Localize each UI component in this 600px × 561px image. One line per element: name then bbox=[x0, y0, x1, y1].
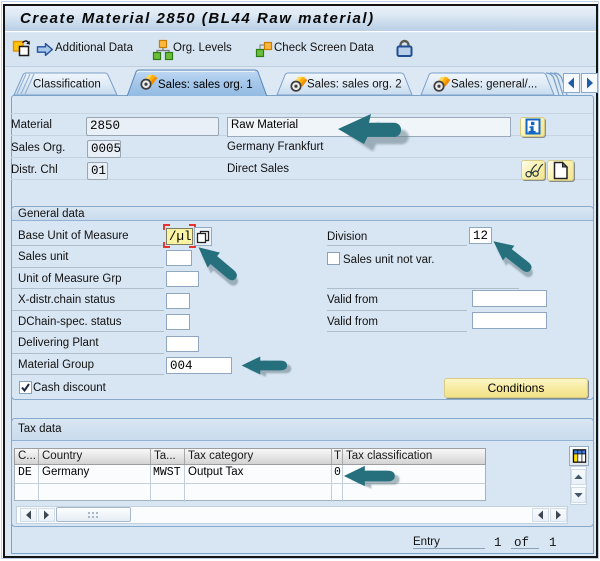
svg-text:Classification: Classification bbox=[33, 79, 101, 91]
svg-text:Sales: sales org. 2: Sales: sales org. 2 bbox=[307, 79, 402, 91]
svg-text:Sales: general/...: Sales: general/... bbox=[451, 79, 537, 91]
svg-text:Sales: sales org. 1: Sales: sales org. 1 bbox=[158, 79, 253, 91]
